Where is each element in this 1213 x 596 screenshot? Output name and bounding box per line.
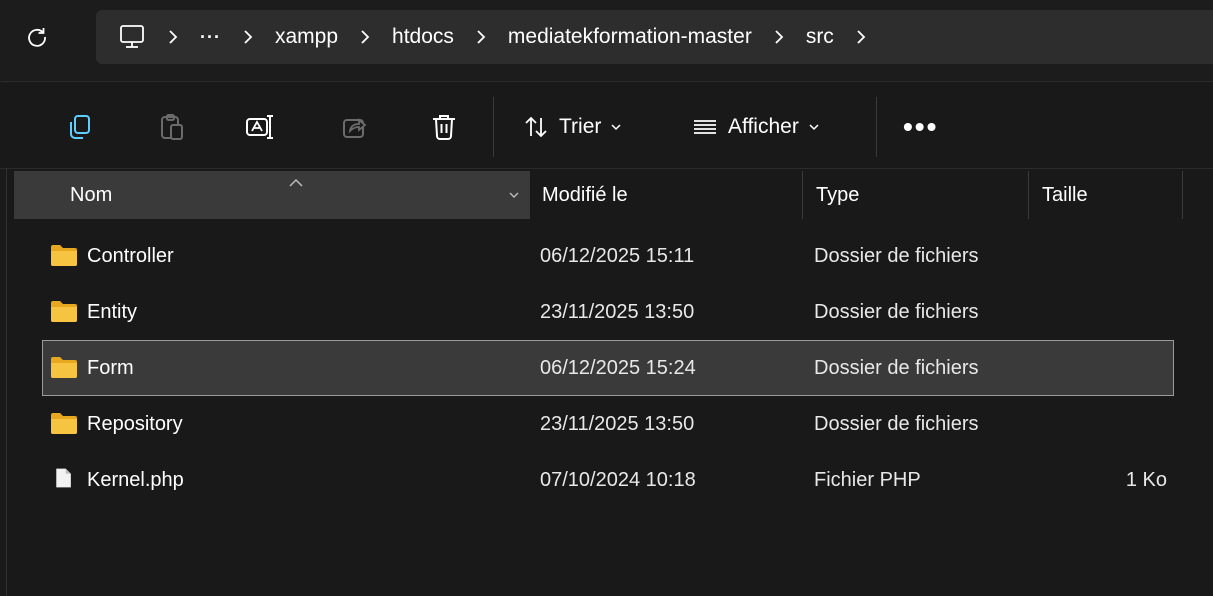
copy-icon	[70, 115, 90, 139]
breadcrumb-overflow-button[interactable]: ···	[200, 27, 221, 48]
column-header-size[interactable]: Taille	[1028, 171, 1183, 219]
breadcrumb-item-mediatekformation-master[interactable]: mediatekformation-master	[508, 25, 752, 49]
file-row-form[interactable]: Form 06/12/2025 15:24 Dossier de fichier…	[42, 340, 1174, 396]
delete-icon	[433, 115, 455, 140]
command-bar: Trier Afficher •••	[0, 83, 1213, 169]
this-pc-icon[interactable]	[118, 24, 146, 50]
share-icon	[343, 118, 367, 138]
toolbar-separator	[493, 97, 494, 157]
file-name: Controller	[87, 244, 174, 267]
delete-button[interactable]	[426, 107, 462, 147]
paste-icon	[161, 114, 183, 140]
column-header-type[interactable]: Type	[802, 171, 1028, 219]
file-row-controller[interactable]: Controller 06/12/2025 15:11 Dossier de f…	[42, 228, 1174, 284]
chevron-right-icon[interactable]	[243, 29, 253, 45]
file-type: Dossier de fichiers	[814, 244, 979, 267]
file-row-repository[interactable]: Repository 23/11/2025 13:50 Dossier de f…	[42, 396, 1174, 452]
breadcrumb-item-htdocs[interactable]: htdocs	[392, 25, 454, 49]
chevron-right-icon[interactable]	[360, 29, 370, 45]
sort-label: Trier	[559, 115, 602, 138]
chevron-down-icon	[808, 123, 820, 131]
file-name: Form	[87, 356, 134, 379]
refresh-icon	[28, 28, 46, 47]
rename-icon	[246, 115, 273, 139]
column-header-name[interactable]: Nom	[14, 171, 529, 219]
column-header-modified[interactable]: Modifié le	[529, 171, 802, 219]
column-filter-chevron-icon[interactable]	[507, 185, 521, 208]
chevron-right-icon[interactable]	[856, 29, 866, 45]
share-button[interactable]	[336, 107, 372, 147]
paste-button[interactable]	[154, 107, 190, 147]
chevron-right-icon[interactable]	[774, 29, 784, 45]
file-type: Fichier PHP	[814, 468, 921, 491]
breadcrumb-item-xampp[interactable]: xampp	[275, 25, 338, 49]
file-icon	[56, 468, 71, 488]
chevron-right-icon[interactable]	[168, 29, 178, 45]
folder-icon	[51, 245, 77, 266]
sort-icon	[525, 116, 547, 138]
chevron-down-icon	[610, 123, 622, 131]
more-icon: •••	[903, 111, 939, 142]
breadcrumb-item-src[interactable]: src	[806, 25, 834, 49]
view-list-icon	[694, 120, 716, 134]
file-name: Entity	[87, 300, 138, 323]
file-modified: 06/12/2025 15:11	[540, 244, 695, 267]
column-header-row: Nom Modifié le Type Taille	[14, 171, 1183, 219]
file-modified: 23/11/2025 13:50	[540, 412, 695, 435]
folder-icon	[51, 301, 77, 322]
sort-button[interactable]: Trier	[523, 107, 622, 147]
refresh-button[interactable]	[22, 22, 52, 52]
view-button[interactable]: Afficher	[692, 107, 820, 147]
rename-button[interactable]	[242, 107, 278, 147]
file-type: Dossier de fichiers	[814, 356, 979, 379]
file-row-kernel-php[interactable]: Kernel.php 07/10/2024 10:18 Fichier PHP …	[42, 452, 1174, 508]
file-name: Repository	[87, 412, 183, 435]
file-type: Dossier de fichiers	[814, 300, 979, 323]
sort-ascending-icon	[288, 171, 304, 194]
file-row-entity[interactable]: Entity 23/11/2025 13:50 Dossier de fichi…	[42, 284, 1174, 340]
view-label: Afficher	[728, 115, 799, 138]
address-bar: ··· xampp htdocs mediatekformation-maste…	[0, 0, 1213, 82]
file-list: Controller 06/12/2025 15:11 Dossier de f…	[42, 228, 1174, 508]
file-size: 1 Ko	[1125, 468, 1167, 491]
breadcrumb[interactable]: ··· xampp htdocs mediatekformation-maste…	[96, 10, 1213, 64]
file-type: Dossier de fichiers	[814, 412, 979, 435]
file-modified: 23/11/2025 13:50	[540, 300, 695, 323]
folder-icon	[51, 357, 77, 378]
file-modified: 06/12/2025 15:24	[540, 356, 696, 379]
file-modified: 07/10/2024 10:18	[540, 468, 696, 491]
column-header-name-label: Nom	[70, 183, 113, 206]
copy-button[interactable]	[62, 107, 98, 147]
folder-icon	[51, 413, 77, 434]
chevron-right-icon[interactable]	[476, 29, 486, 45]
toolbar-separator	[876, 97, 877, 157]
file-name: Kernel.php	[87, 468, 184, 491]
more-options-button[interactable]: •••	[903, 107, 938, 147]
